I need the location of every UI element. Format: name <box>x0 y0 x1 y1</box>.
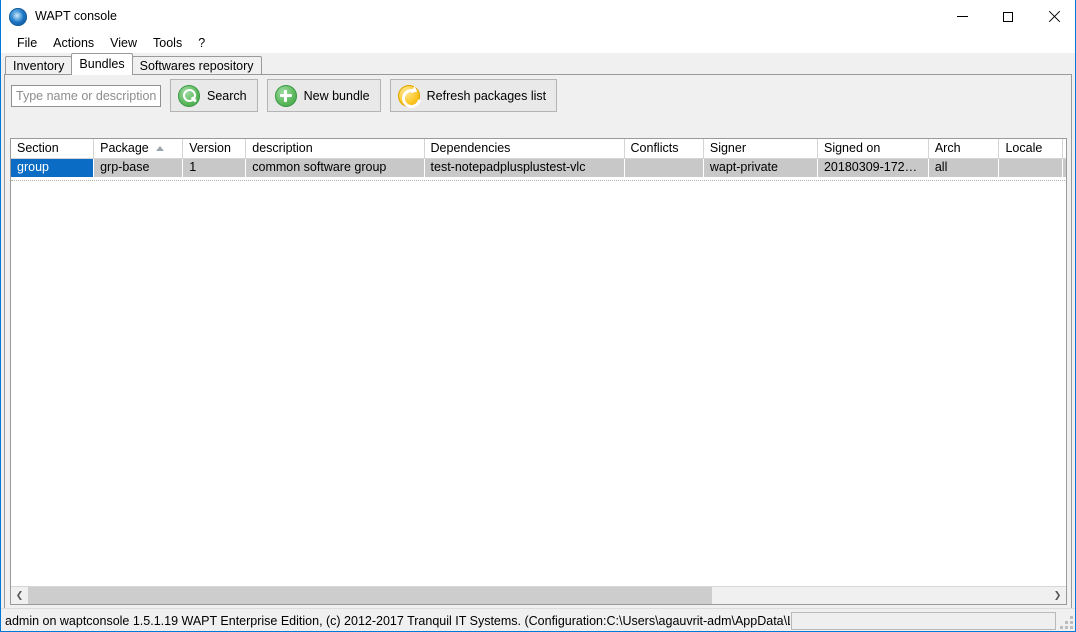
column-header-dependencies[interactable]: Dependencies <box>424 139 625 159</box>
cell-locale <box>998 158 1063 177</box>
cell-maturity <box>1062 158 1066 177</box>
minimize-button[interactable] <box>939 0 985 33</box>
grid-viewport: Section Package Version description Depe… <box>11 139 1066 586</box>
column-header-locale[interactable]: Locale <box>998 139 1063 159</box>
menu-item-file[interactable]: File <box>9 35 45 52</box>
cell-description: common software group <box>245 158 425 177</box>
status-secondary-panel <box>791 612 1056 630</box>
scrollbar-thumb[interactable] <box>28 587 713 604</box>
new-bundle-button-label: New bundle <box>303 88 370 103</box>
refresh-button-label: Refresh packages list <box>426 88 547 103</box>
new-bundle-button[interactable]: New bundle <box>266 79 381 112</box>
column-header-description[interactable]: description <box>245 139 425 159</box>
refresh-packages-list-button[interactable]: Refresh packages list <box>389 79 558 112</box>
menu-item-tools[interactable]: Tools <box>145 35 190 52</box>
column-header-arch[interactable]: Arch <box>928 139 1000 159</box>
wapt-globe-icon <box>9 7 27 26</box>
search-button-label: Search <box>207 88 247 103</box>
column-header-version[interactable]: Version <box>182 139 247 159</box>
close-icon <box>1048 11 1060 23</box>
cell-arch: all <box>928 158 1000 177</box>
search-icon <box>178 84 200 107</box>
maximize-icon <box>1003 11 1013 22</box>
window-controls <box>939 0 1075 33</box>
refresh-icon <box>397 84 420 107</box>
cell-conflicts <box>624 158 704 177</box>
column-header-maturity[interactable]: Maturity <box>1062 139 1066 159</box>
wapt-console-window: WAPT console File Actions View Tools ? I… <box>0 0 1076 632</box>
menu-item-view[interactable]: View <box>102 35 145 52</box>
sort-ascending-icon <box>155 146 164 152</box>
table-row[interactable]: group grp-base 1 common software group t… <box>11 158 1066 177</box>
scroll-right-button[interactable]: ❯ <box>1049 587 1066 604</box>
cell-signed-on: 20180309-1726... <box>817 158 929 177</box>
close-button[interactable] <box>1031 0 1075 33</box>
plus-icon <box>274 84 297 107</box>
maximize-button[interactable] <box>985 0 1031 33</box>
column-header-conflicts[interactable]: Conflicts <box>624 139 704 159</box>
column-header-signed-on[interactable]: Signed on <box>817 139 929 159</box>
title-bar: WAPT console <box>1 0 1075 33</box>
cell-version: 1 <box>182 158 247 177</box>
menu-item-help[interactable]: ? <box>190 35 213 52</box>
window-title: WAPT console <box>35 9 117 23</box>
status-bar: admin on waptconsole 1.5.1.19 WAPT Enter… <box>1 608 1075 631</box>
column-header-section[interactable]: Section <box>11 139 95 159</box>
cell-dependencies: test-notepadplusplustest-vlc <box>424 158 625 177</box>
menu-bar: File Actions View Tools ? <box>1 33 1075 53</box>
client-area: Inventory Bundles Softwares repository S… <box>1 53 1075 631</box>
cell-signer: wapt-private <box>703 158 818 177</box>
table-header-row: Section Package Version description Depe… <box>11 139 1066 159</box>
tab-strip: Inventory Bundles Softwares repository <box>5 53 262 75</box>
tab-softwares-repository[interactable]: Softwares repository <box>131 56 262 75</box>
cell-package: grp-base <box>93 158 184 177</box>
column-header-signer[interactable]: Signer <box>703 139 818 159</box>
column-header-package[interactable]: Package <box>93 139 184 159</box>
resize-grip-icon[interactable] <box>1059 615 1073 629</box>
search-input[interactable] <box>11 84 161 107</box>
tab-page-bundles: Search New bundle Refresh packages list <box>4 74 1072 615</box>
minimize-icon <box>956 16 968 17</box>
cell-section: group <box>11 158 95 177</box>
search-button[interactable]: Search <box>170 79 258 112</box>
packages-table: Section Package Version description Depe… <box>11 139 1066 177</box>
tab-bundles[interactable]: Bundles <box>71 53 133 75</box>
packages-grid[interactable]: Section Package Version description Depe… <box>10 138 1067 605</box>
grid-horizontal-scrollbar[interactable]: ❮ ❯ <box>11 586 1066 604</box>
tab-inventory[interactable]: Inventory <box>5 56 73 75</box>
row-separator <box>11 180 1066 181</box>
menu-item-actions[interactable]: Actions <box>45 35 102 52</box>
scrollbar-track[interactable] <box>28 587 1049 604</box>
toolbar: Search New bundle Refresh packages list <box>5 75 1071 116</box>
scroll-left-button[interactable]: ❮ <box>11 587 28 604</box>
status-text: admin on waptconsole 1.5.1.19 WAPT Enter… <box>5 614 790 628</box>
